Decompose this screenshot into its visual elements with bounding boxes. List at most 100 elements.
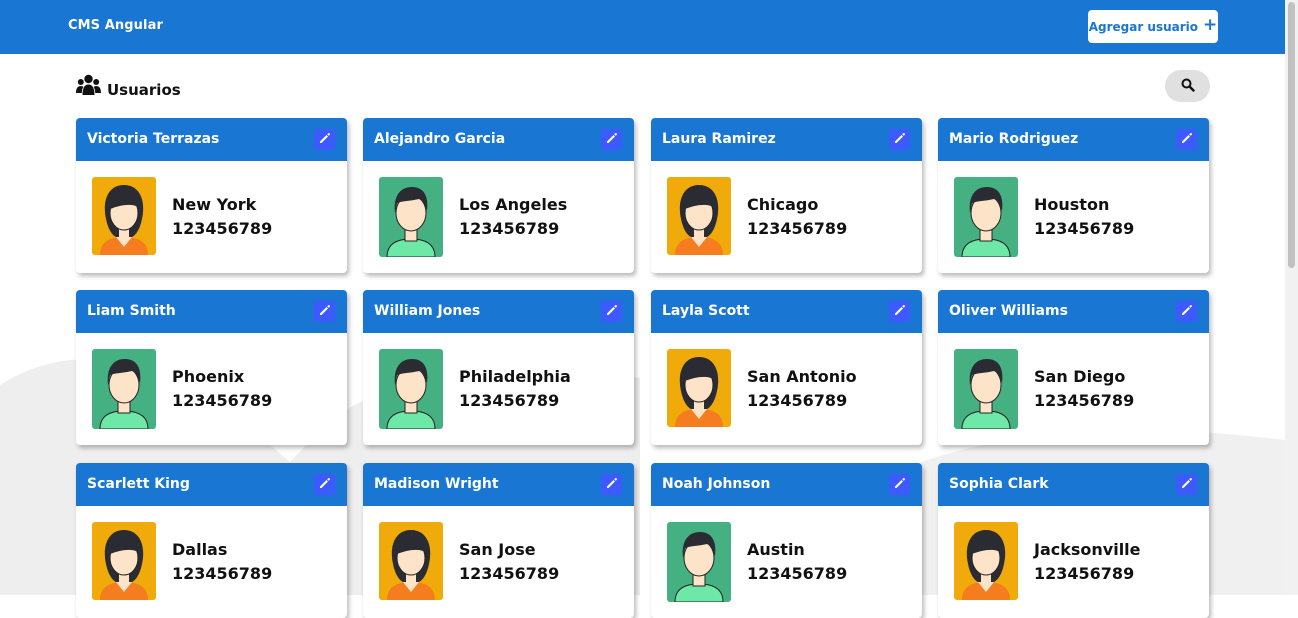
user-name: Noah Johnson (662, 476, 771, 492)
scrollbar[interactable] (1285, 0, 1298, 595)
edit-button[interactable] (314, 129, 335, 150)
user-phone: 123456789 (172, 219, 273, 238)
user-city: Dallas (172, 540, 228, 559)
user-city: New York (172, 195, 257, 214)
female-avatar-icon (92, 177, 156, 255)
edit-button[interactable] (601, 474, 622, 495)
female-avatar-icon (92, 522, 156, 600)
pencil-icon (605, 475, 618, 494)
user-city: San Antonio (747, 367, 857, 386)
user-phone: 123456789 (747, 564, 848, 583)
user-card[interactable]: William Jones Philadelphia 123456789 (363, 290, 634, 445)
user-name: Victoria Terrazas (87, 131, 220, 147)
pencil-icon (1180, 475, 1193, 494)
pencil-icon (318, 475, 331, 494)
user-name: Liam Smith (87, 303, 176, 319)
user-city: Houston (1034, 195, 1110, 214)
user-phone: 123456789 (1034, 391, 1135, 410)
user-name: William Jones (374, 303, 481, 319)
user-card[interactable]: Laura Ramirez Chicago 123456789 (651, 118, 922, 273)
user-card[interactable]: Alejandro Garcia Los Angeles 123456789 (363, 118, 634, 273)
male-avatar-icon (92, 349, 156, 429)
scrollbar-thumb[interactable] (1288, 2, 1295, 268)
user-name: Oliver Williams (949, 303, 1068, 319)
male-avatar-icon (379, 177, 443, 257)
user-card[interactable]: Liam Smith Phoenix 123456789 (76, 290, 347, 445)
user-name: Alejandro Garcia (374, 131, 506, 147)
top-navbar: CMS Angular Agregar usuario + (0, 0, 1285, 54)
pencil-icon (605, 130, 618, 149)
edit-button[interactable] (314, 474, 335, 495)
user-phone: 123456789 (1034, 564, 1135, 583)
edit-button[interactable] (889, 474, 910, 495)
user-city: San Jose (459, 540, 536, 559)
pencil-icon (605, 302, 618, 321)
user-card-header: Liam Smith (76, 290, 347, 333)
user-card-header: Oliver Williams (938, 290, 1209, 333)
add-user-label: Agregar usuario (1088, 19, 1199, 34)
edit-button[interactable] (889, 301, 910, 322)
user-phone: 123456789 (459, 391, 560, 410)
male-avatar-icon (954, 177, 1018, 257)
users-icon (76, 74, 101, 100)
edit-button[interactable] (601, 129, 622, 150)
user-card-header: Madison Wright (363, 463, 634, 506)
female-avatar-icon (954, 522, 1018, 600)
user-city: Los Angeles (459, 195, 568, 214)
user-name: Layla Scott (662, 303, 750, 319)
edit-button[interactable] (889, 129, 910, 150)
user-card-header: Sophia Clark (938, 463, 1209, 506)
user-card-header: Laura Ramirez (651, 118, 922, 161)
user-card-header: Mario Rodriguez (938, 118, 1209, 161)
search-button[interactable] (1165, 70, 1210, 102)
user-card-header: Noah Johnson (651, 463, 922, 506)
user-phone: 123456789 (459, 219, 560, 238)
user-card[interactable]: Mario Rodriguez Houston 123456789 (938, 118, 1209, 273)
edit-button[interactable] (1176, 301, 1197, 322)
edit-button[interactable] (1176, 129, 1197, 150)
user-city: San Diego (1034, 367, 1126, 386)
edit-button[interactable] (314, 301, 335, 322)
user-card-header: William Jones (363, 290, 634, 333)
female-avatar-icon (667, 177, 731, 255)
pencil-icon (893, 302, 906, 321)
app-title[interactable]: CMS Angular (68, 18, 163, 33)
user-name: Sophia Clark (949, 476, 1049, 492)
pencil-icon (1180, 130, 1193, 149)
user-phone: 123456789 (1034, 219, 1135, 238)
male-avatar-icon (954, 349, 1018, 429)
user-card-header: Layla Scott (651, 290, 922, 333)
male-avatar-icon (667, 522, 731, 602)
user-phone: 123456789 (172, 564, 273, 583)
user-name: Madison Wright (374, 476, 499, 492)
user-city: Phoenix (172, 367, 245, 386)
user-card-header: Scarlett King (76, 463, 347, 506)
user-city: Philadelphia (459, 367, 571, 386)
pencil-icon (318, 302, 331, 321)
user-card[interactable]: Victoria Terrazas New York 123456789 (76, 118, 347, 273)
user-phone: 123456789 (747, 391, 848, 410)
pencil-icon (1180, 302, 1193, 321)
user-card-header: Alejandro Garcia (363, 118, 634, 161)
edit-button[interactable] (1176, 474, 1197, 495)
user-name: Mario Rodriguez (949, 131, 1079, 147)
pencil-icon (893, 475, 906, 494)
plus-icon: + (1203, 15, 1218, 35)
edit-button[interactable] (601, 301, 622, 322)
user-card[interactable]: Oliver Williams San Diego 123456789 (938, 290, 1209, 445)
user-phone: 123456789 (747, 219, 848, 238)
add-user-button[interactable]: Agregar usuario + (1088, 10, 1218, 43)
user-name: Laura Ramirez (662, 131, 776, 147)
user-city: Chicago (747, 195, 819, 214)
user-name: Scarlett King (87, 476, 190, 492)
search-icon (1181, 77, 1195, 96)
user-card-header: Victoria Terrazas (76, 118, 347, 161)
user-card[interactable]: Layla Scott San Antonio 123456789 (651, 290, 922, 445)
female-avatar-icon (379, 522, 443, 600)
user-phone: 123456789 (172, 391, 273, 410)
female-avatar-icon (667, 349, 731, 427)
section-header: Usuarios (76, 74, 181, 100)
section-title: Usuarios (107, 80, 181, 99)
user-phone: 123456789 (459, 564, 560, 583)
pencil-icon (318, 130, 331, 149)
